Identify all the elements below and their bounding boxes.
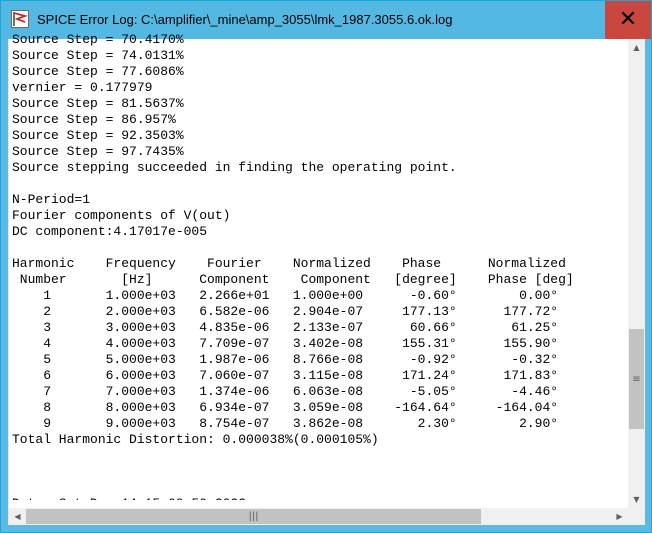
log-line: Source Step = 81.5637% [12,96,184,111]
log-line: N-Period=1 [12,192,91,207]
log-line: Source Step = 86.957% [12,112,176,127]
log-viewer[interactable]: Source Step = 70.4170% Source Step = 74.… [8,32,645,525]
log-line: vernier = 0.177979 [12,80,153,95]
scroll-up-button[interactable]: ▲ [628,39,645,56]
ltspice-app-icon [11,10,29,28]
log-line: 2 2.000e+03 6.582e-06 2.904e-07 177.13° … [12,304,559,319]
horizontal-scroll-thumb[interactable]: ||| [26,509,481,524]
close-icon: ✕ [618,7,638,32]
log-line: Source stepping succeeded in finding the… [12,160,457,175]
log-line: Date: Sat Dec 14 15:09:50 2022 [12,496,246,500]
log-line: Fourier components of V(out) [12,208,231,223]
scroll-right-button[interactable]: ▶ [611,508,628,525]
arrow-left-icon: ◀ [14,512,21,521]
scroll-left-button[interactable]: ◀ [9,508,26,525]
arrow-up-icon: ▲ [633,43,640,52]
log-line: 7 7.000e+03 1.374e-06 6.063e-08 -5.05° -… [12,384,559,399]
vertical-scroll-thumb[interactable]: ≡ [629,329,644,429]
log-line: Harmonic Frequency Fourier Normalized Ph… [12,256,566,271]
horizontal-scrollbar[interactable]: ◀ ||| ▶ [9,508,628,525]
log-text-area[interactable]: Source Step = 70.4170% Source Step = 74.… [12,32,624,500]
log-text: Source Step = 70.4170% Source Step = 74.… [12,32,624,500]
grip-icon: ≡ [632,373,641,385]
log-line: Source Step = 74.0131% [12,48,184,63]
log-line: 5 5.000e+03 1.987e-06 8.766e-08 -0.92° -… [12,352,559,367]
arrow-right-icon: ▶ [616,512,623,521]
log-line: Total Harmonic Distortion: 0.000038%(0.0… [12,432,379,447]
log-line: Number [Hz] Component Component [degree]… [12,272,574,287]
grip-icon: ||| [248,511,259,522]
size-grip[interactable] [628,508,645,525]
log-line: 1 1.000e+03 2.266e+01 1.000e+00 -0.60° 0… [12,288,559,303]
log-line: Source Step = 92.3503% [12,128,184,143]
log-line: 9 9.000e+03 8.754e-07 3.862e-08 2.30° 2.… [12,416,559,431]
scroll-down-button[interactable]: ▼ [628,491,645,508]
vertical-scrollbar[interactable]: ▲ ≡ ▼ [628,39,645,508]
spice-error-log-window: SPICE Error Log: C:\amplifier\_mine\amp_… [0,0,652,533]
log-line: 8 8.000e+03 6.934e-07 3.059e-08 -164.64°… [12,400,559,415]
log-line: Source Step = 97.7435% [12,144,184,159]
arrow-down-icon: ▼ [633,495,640,504]
log-line: 6 6.000e+03 7.060e-07 3.115e-08 171.24° … [12,368,559,383]
log-line: DC component:4.17017e-005 [12,224,208,239]
log-line: Source Step = 70.4170% [12,32,184,47]
log-line: Source Step = 77.6086% [12,64,184,79]
window-title: SPICE Error Log: C:\amplifier\_mine\amp_… [37,12,453,27]
log-line: 4 4.000e+03 7.709e-07 3.402e-08 155.31° … [12,336,559,351]
log-line: 3 3.000e+03 4.835e-06 2.133e-07 60.66° 6… [12,320,559,335]
